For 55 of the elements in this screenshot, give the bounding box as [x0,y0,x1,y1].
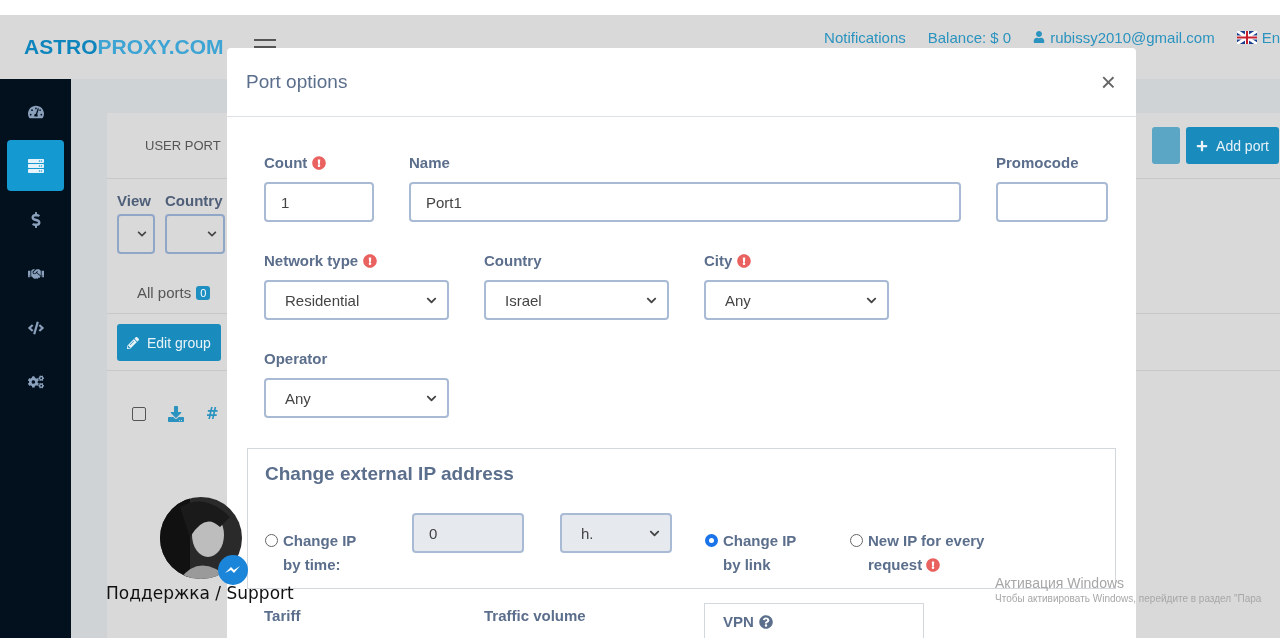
plus-icon [1196,139,1209,152]
radio-button[interactable] [265,534,278,547]
field-label: Count [264,154,374,171]
select-field[interactable] [117,214,155,254]
radio-button[interactable] [850,534,863,547]
chevron-down-icon [137,229,147,239]
field-label: Traffic volume [484,607,587,624]
select-field[interactable]: Israel [484,280,669,320]
select-field[interactable] [165,214,225,254]
field-label: Name [409,154,451,171]
field-label: Operator [264,350,329,367]
support-label[interactable]: Поддержка / Support [106,583,294,603]
flag-icon [1236,30,1257,44]
pencil-icon [127,336,139,349]
field-label: Country [484,252,543,269]
radio-button[interactable] [705,534,718,547]
balance-text: Balance: $ 0 [927,28,1012,46]
required-icon [363,253,378,268]
add-port-button[interactable]: Add port [1186,127,1279,164]
edit-group-button[interactable]: Edit group [117,324,221,361]
option-label[interactable]: Change IP by time: [283,529,368,577]
required-icon [312,155,327,170]
input-field[interactable] [996,182,1108,222]
section-title: Change external IP address [265,463,515,485]
code-icon [27,319,44,336]
field-label: Tariff [264,607,302,624]
card-title: USER PORT [145,138,221,153]
gears-icon [27,373,44,390]
required-icon [737,253,752,268]
field-label: Promocode [996,154,1080,171]
option-label[interactable]: Change IP by link [723,529,808,577]
help-icon[interactable] [758,614,773,629]
option-label[interactable]: New IP for every request [868,529,1028,577]
select-field[interactable]: Any [264,378,449,418]
tab[interactable]: All ports 0 [137,284,211,301]
filter-label: Country [165,192,224,209]
download-icon[interactable] [168,406,184,422]
dialog-title: Port options [246,71,348,93]
input-field[interactable]: Port1 [409,182,961,222]
select-field[interactable]: Residential [264,280,449,320]
required-icon [926,558,941,572]
field-label: City [704,252,889,269]
checkbox[interactable] [132,407,146,421]
chevron-down-icon [207,229,217,239]
user-icon [1033,31,1046,43]
dashboard-icon [27,103,44,120]
field-label: Network type [264,252,449,269]
server-icon [27,157,44,174]
messenger-icon[interactable] [218,555,248,585]
activation-title: Активация Windows [995,575,1126,591]
filter-label: View [117,192,152,209]
close-button[interactable]: × [1100,69,1116,95]
input-field[interactable]: 1 [264,182,374,222]
field-label: VPN [723,613,923,630]
select-field[interactable]: Any [704,280,889,320]
